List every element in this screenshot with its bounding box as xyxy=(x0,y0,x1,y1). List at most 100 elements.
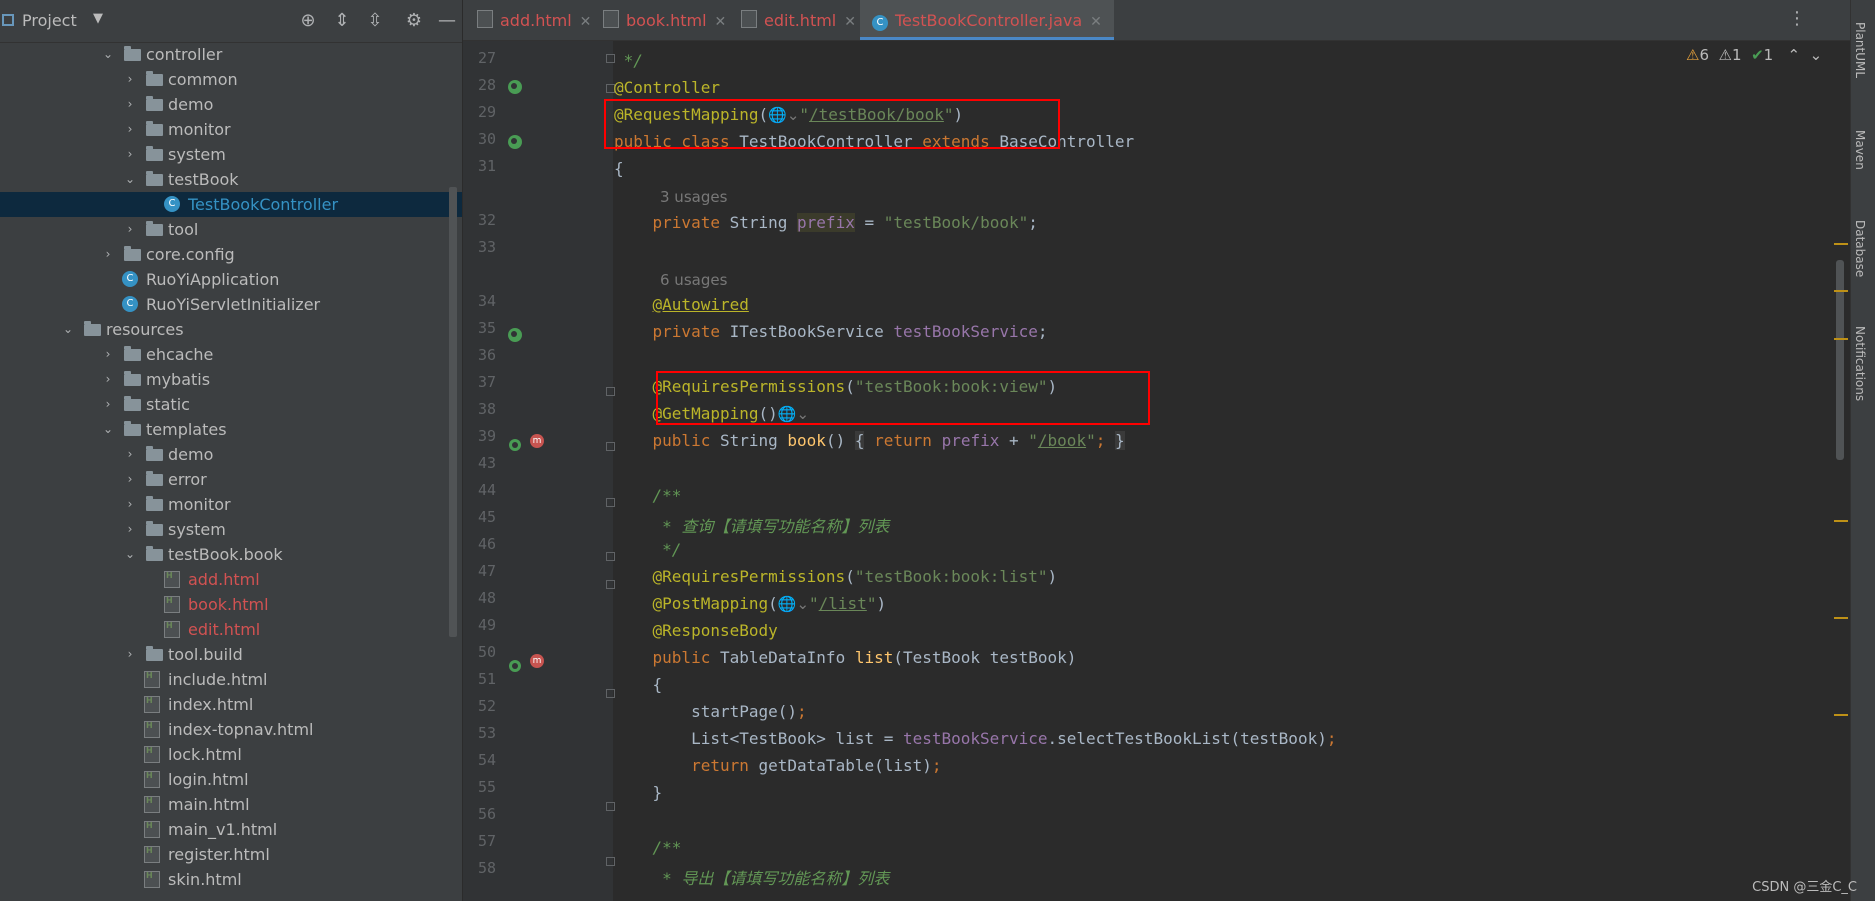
editor-scrollbar-track[interactable] xyxy=(1834,41,1850,901)
chevron-right-icon[interactable]: › xyxy=(124,142,136,167)
autowired-icon[interactable] xyxy=(508,328,522,342)
tab-book-html[interactable]: book.html ✕ xyxy=(603,0,726,40)
expand-all-icon[interactable]: ⇕ xyxy=(332,10,352,31)
request-mapping-icon[interactable] xyxy=(509,660,521,672)
tree-item[interactable]: ⌄ templates xyxy=(0,417,462,442)
tree-scrollbar[interactable] xyxy=(449,187,457,637)
chevron-down-icon[interactable]: ⌄ xyxy=(124,167,136,192)
chevron-right-icon[interactable]: › xyxy=(102,367,114,392)
tree-item[interactable]: › system xyxy=(0,517,462,542)
chevron-down-icon[interactable]: ⌄ xyxy=(1810,46,1823,64)
locate-icon[interactable]: ⊕ xyxy=(298,10,318,31)
tree-item[interactable]: ⌄ resources xyxy=(0,317,462,342)
chevron-down-icon[interactable]: ▼ xyxy=(93,11,103,26)
method-marker-icon[interactable]: m xyxy=(530,654,544,668)
tree-item[interactable]: › ehcache xyxy=(0,342,462,367)
tree-item-label: lock.html xyxy=(168,745,242,764)
tree-item[interactable]: › error xyxy=(0,467,462,492)
chevron-right-icon[interactable]: › xyxy=(102,342,114,367)
close-icon[interactable]: ✕ xyxy=(844,14,856,30)
warning-marker[interactable] xyxy=(1834,714,1848,716)
tab-add-html[interactable]: add.html ✕ xyxy=(477,0,591,40)
code-line: @ResponseBody xyxy=(652,621,778,640)
tree-item[interactable]: C RuoYiApplication xyxy=(0,267,462,292)
tree-item[interactable]: main.html xyxy=(0,788,462,817)
request-mapping-icon[interactable] xyxy=(509,439,521,451)
tree-item[interactable]: main_v1.html xyxy=(0,813,462,842)
spring-bean-icon[interactable] xyxy=(508,135,522,149)
tree-item[interactable]: › tool xyxy=(0,217,462,242)
project-title[interactable]: Project xyxy=(22,11,77,30)
plantuml-tool[interactable]: PlantUML xyxy=(1853,22,1867,78)
tree-item-label: templates xyxy=(146,420,227,439)
usages-hint[interactable]: 6 usages xyxy=(660,271,727,289)
tree-item[interactable]: register.html xyxy=(0,838,462,867)
chevron-right-icon[interactable]: › xyxy=(124,117,136,142)
tree-item[interactable]: index.html xyxy=(0,688,462,717)
tree-item[interactable]: index-topnav.html xyxy=(0,713,462,742)
chevron-right-icon[interactable]: › xyxy=(124,442,136,467)
minimize-icon[interactable]: — xyxy=(437,10,457,31)
warning-marker[interactable] xyxy=(1834,243,1848,245)
tree-item[interactable]: edit.html xyxy=(0,613,462,642)
maven-tool[interactable]: Maven xyxy=(1853,130,1867,170)
chevron-right-icon[interactable]: › xyxy=(102,392,114,417)
tree-item-label: main.html xyxy=(168,795,250,814)
database-tool[interactable]: Database xyxy=(1853,220,1867,277)
line-number: 33 xyxy=(478,238,497,256)
warning-marker[interactable] xyxy=(1834,338,1848,340)
tree-item[interactable]: include.html xyxy=(0,663,462,692)
gear-icon[interactable]: ⚙ xyxy=(404,10,424,31)
chevron-down-icon[interactable]: ⌄ xyxy=(102,42,114,67)
tree-item[interactable]: lock.html xyxy=(0,738,462,767)
chevron-right-icon[interactable]: › xyxy=(124,217,136,242)
tree-item[interactable]: › demo xyxy=(0,442,462,467)
tree-item[interactable]: › common xyxy=(0,67,462,92)
close-icon[interactable]: ✕ xyxy=(580,14,592,30)
close-icon[interactable]: ✕ xyxy=(1090,14,1102,30)
tree-item[interactable]: › mybatis xyxy=(0,367,462,392)
code-line: public TableDataInfo list(TestBook testB… xyxy=(652,648,1077,667)
tree-item[interactable]: C TestBookController xyxy=(0,192,462,217)
chevron-down-icon[interactable]: ⌄ xyxy=(102,417,114,442)
tree-item[interactable]: C RuoYiServletInitializer xyxy=(0,292,462,317)
tree-item[interactable]: login.html xyxy=(0,763,462,792)
chevron-down-icon[interactable]: ⌄ xyxy=(124,542,136,567)
chevron-right-icon[interactable]: › xyxy=(124,467,136,492)
tab-edit-html[interactable]: edit.html ✕ xyxy=(741,0,856,40)
tree-item[interactable]: › tool.build xyxy=(0,642,462,667)
more-tabs-icon[interactable]: ⋮ xyxy=(1788,8,1806,29)
tree-item[interactable]: › monitor xyxy=(0,492,462,517)
chevron-right-icon[interactable]: › xyxy=(102,242,114,267)
tree-item[interactable]: › demo xyxy=(0,92,462,117)
chevron-right-icon[interactable]: › xyxy=(124,67,136,92)
tree-item[interactable]: › static xyxy=(0,392,462,417)
tree-item[interactable]: ⌄ testBook xyxy=(0,167,462,192)
chevron-down-icon[interactable]: ⌄ xyxy=(62,317,74,342)
warning-marker[interactable] xyxy=(1834,617,1848,619)
tree-item[interactable]: › core.config xyxy=(0,242,462,267)
chevron-right-icon[interactable]: › xyxy=(124,642,136,667)
warning-marker[interactable] xyxy=(1834,290,1848,292)
notifications-tool[interactable]: Notifications xyxy=(1853,326,1867,401)
tree-item[interactable]: add.html xyxy=(0,563,462,592)
chevron-right-icon[interactable]: › xyxy=(124,492,136,517)
method-marker-icon[interactable]: m xyxy=(530,434,544,448)
tree-item[interactable]: ⌄ testBook.book xyxy=(0,542,462,567)
spring-bean-icon[interactable] xyxy=(508,80,522,94)
tab-testbookcontroller[interactable]: C TestBookController.java ✕ xyxy=(860,0,1114,40)
tree-item[interactable]: › monitor xyxy=(0,117,462,142)
tree-item[interactable]: ⌄ controller xyxy=(0,42,462,67)
tree-item[interactable]: skin.html xyxy=(0,863,462,892)
chevron-right-icon[interactable]: › xyxy=(124,92,136,117)
collapse-all-icon[interactable]: ⇳ xyxy=(365,10,385,31)
usages-hint[interactable]: 3 usages xyxy=(660,188,727,206)
chevron-right-icon[interactable]: › xyxy=(124,517,136,542)
tree-item[interactable]: book.html xyxy=(0,588,462,617)
inspection-widget[interactable]: ⚠6 ⚠1 ✔1 ⌃ ⌄ xyxy=(1686,46,1822,64)
close-icon[interactable]: ✕ xyxy=(715,14,727,30)
tree-item[interactable]: › system xyxy=(0,142,462,167)
code-editor[interactable]: */ @Controller @RequestMapping(🌐⌄"/testB… xyxy=(614,41,1834,901)
warning-marker[interactable] xyxy=(1834,520,1848,522)
chevron-up-icon[interactable]: ⌃ xyxy=(1788,46,1801,64)
